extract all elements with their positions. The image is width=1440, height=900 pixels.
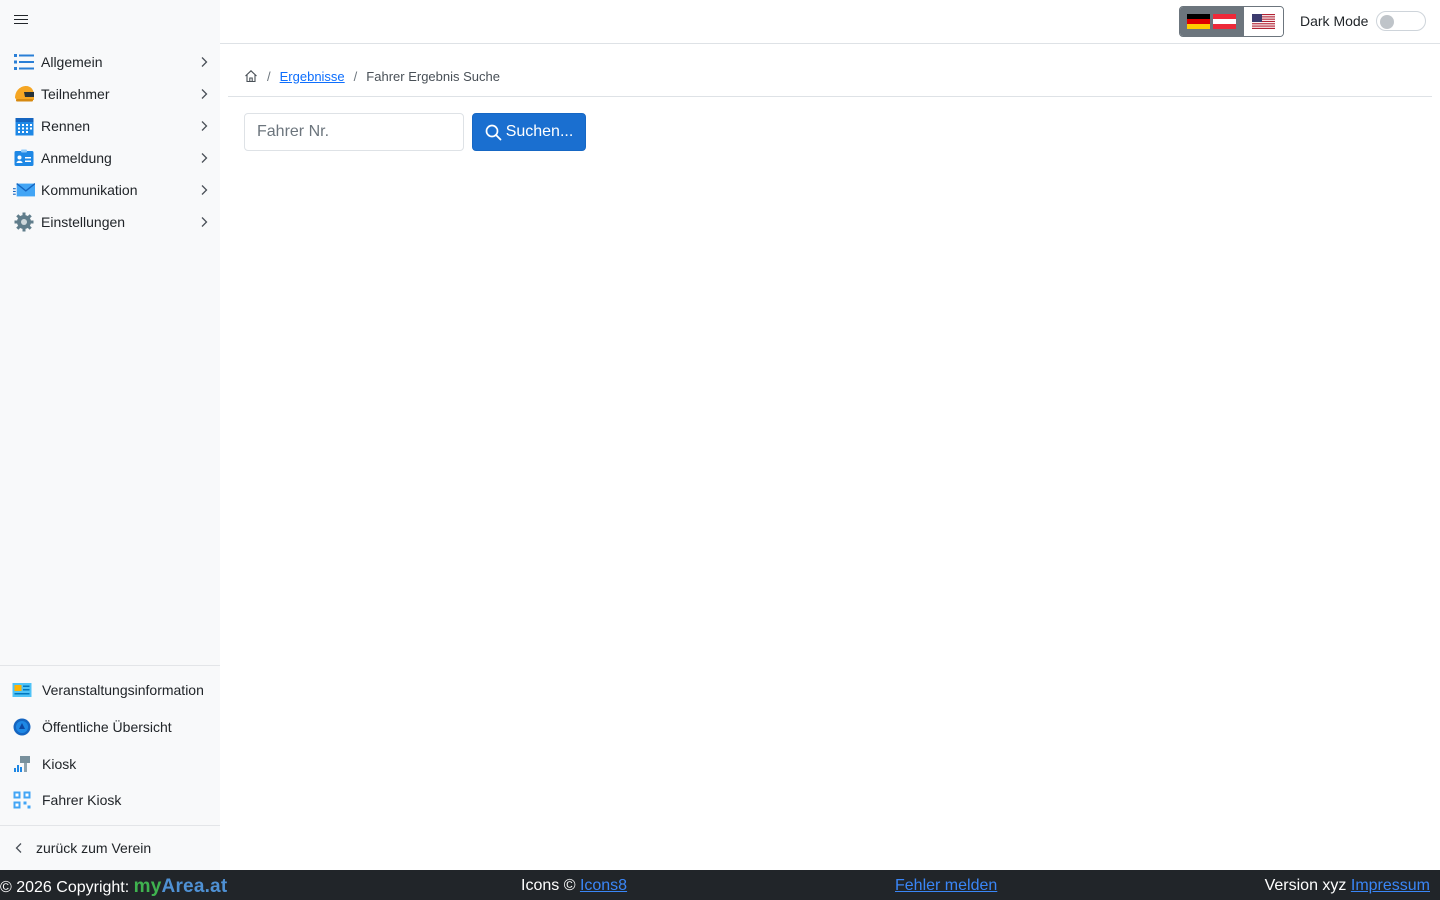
sidebar-item-rennen[interactable]: Rennen [0, 110, 220, 142]
breadcrumb-divider [228, 96, 1432, 97]
sidebar-item-teilnehmer[interactable]: Teilnehmer [0, 78, 220, 110]
sidebar-item-label: Veranstaltungsinformation [42, 682, 204, 699]
icons-credit-text: Icons © [521, 877, 576, 894]
sidebar: Allgemein Teilnehmer Rennen Anmeldung Ko… [0, 0, 220, 870]
top-bar: Dark Mode [220, 0, 1440, 44]
flag-usa-icon [1251, 14, 1275, 29]
sidebar-nav: Allgemein Teilnehmer Rennen Anmeldung Ko… [0, 46, 220, 238]
chevron-left-icon [15, 843, 22, 853]
sidebar-item-veranstaltungsinformation[interactable]: Veranstaltungsinformation [0, 672, 220, 709]
breadcrumb-current: Fahrer Ergebnis Suche [366, 68, 500, 84]
brand-area: Area.at [161, 876, 228, 897]
footer-copyright: © 2026 Copyright: myArea.at [0, 876, 227, 898]
breadcrumb-link-ergebnisse[interactable]: Ergebnisse [280, 69, 345, 84]
info-board-icon [12, 680, 32, 700]
version-text: Version xyz [1264, 877, 1347, 894]
driver-number-input[interactable] [244, 113, 464, 151]
dark-mode-label: Dark Mode [1300, 13, 1369, 29]
search-button[interactable]: Suchen... [472, 113, 586, 151]
sidebar-item-label: Anmeldung [41, 150, 112, 166]
sidebar-item-label: Öffentliche Übersicht [42, 719, 172, 736]
footer-icons-credit: Icons © Icons8 [521, 877, 627, 895]
footer-report: Fehler melden [895, 877, 997, 895]
sidebar-item-kommunikation[interactable]: Kommunikation [0, 174, 220, 206]
hamburger-menu-icon[interactable] [14, 12, 28, 26]
report-error-link[interactable]: Fehler melden [895, 877, 997, 894]
icons8-link[interactable]: Icons8 [580, 877, 627, 894]
flag-germany-icon [1187, 14, 1211, 29]
kiosk-icon [12, 754, 32, 774]
chevron-right-icon [198, 216, 210, 228]
qr-code-icon [12, 790, 32, 810]
gear-icon [13, 211, 35, 233]
mail-icon [13, 179, 35, 201]
sidebar-item-einstellungen[interactable]: Einstellungen [0, 206, 220, 238]
globe-icon [12, 717, 32, 737]
breadcrumb: / Ergebnisse / Fahrer Ergebnis Suche [244, 66, 500, 86]
breadcrumb-separator: / [353, 68, 358, 84]
sidebar-item-label: Fahrer Kiosk [42, 792, 122, 809]
back-to-club-link[interactable]: zurück zum Verein [0, 825, 220, 870]
language-button-de-at[interactable] [1180, 7, 1244, 36]
sidebar-item-allgemein[interactable]: Allgemein [0, 46, 220, 78]
sidebar-item-label: Allgemein [41, 54, 103, 70]
helmet-icon [13, 83, 35, 105]
impressum-link[interactable]: Impressum [1351, 877, 1430, 894]
brand-my: my [133, 876, 162, 897]
chevron-right-icon [198, 184, 210, 196]
chevron-right-icon [198, 56, 210, 68]
chevron-right-icon [198, 88, 210, 100]
language-switcher [1179, 6, 1284, 37]
search-button-label: Suchen... [505, 123, 574, 140]
chevron-right-icon [198, 120, 210, 132]
toggle-knob [1380, 14, 1395, 29]
dark-mode-toggle[interactable] [1376, 11, 1427, 31]
copyright-text: © 2026 Copyright: [0, 879, 130, 896]
sidebar-item-anmeldung[interactable]: Anmeldung [0, 142, 220, 174]
sidebar-item-label: Kiosk [42, 755, 77, 772]
sidebar-item-label: Rennen [41, 118, 91, 134]
sidebar-item-label: Kommunikation [41, 182, 138, 198]
list-icon [13, 51, 35, 73]
footer-version: Version xyz Impressum [1265, 877, 1430, 895]
sidebar-item-fahrer-kiosk[interactable]: Fahrer Kiosk [0, 782, 220, 819]
sidebar-item-label: Einstellungen [41, 214, 126, 230]
id-card-icon [13, 147, 35, 169]
sidebar-item-oeffentliche-uebersicht[interactable]: Öffentliche Übersicht [0, 709, 220, 746]
calendar-icon [13, 115, 35, 137]
back-link-label: zurück zum Verein [36, 840, 152, 856]
flag-austria-icon [1213, 14, 1237, 29]
dark-mode-control: Dark Mode [1300, 11, 1427, 31]
search-icon [485, 124, 502, 140]
home-icon[interactable] [244, 69, 258, 83]
breadcrumb-separator: / [267, 68, 271, 84]
sidebar-item-label: Teilnehmer [41, 86, 110, 102]
footer: © 2026 Copyright: myArea.at Icons © Icon… [0, 870, 1440, 900]
language-button-en[interactable] [1243, 7, 1283, 36]
sidebar-item-kiosk[interactable]: Kiosk [0, 745, 220, 782]
brand-logo[interactable]: myArea.at [134, 876, 228, 897]
sidebar-bottom-links: Veranstaltungsinformation Öffentliche Üb… [0, 665, 220, 819]
chevron-right-icon [198, 152, 210, 164]
